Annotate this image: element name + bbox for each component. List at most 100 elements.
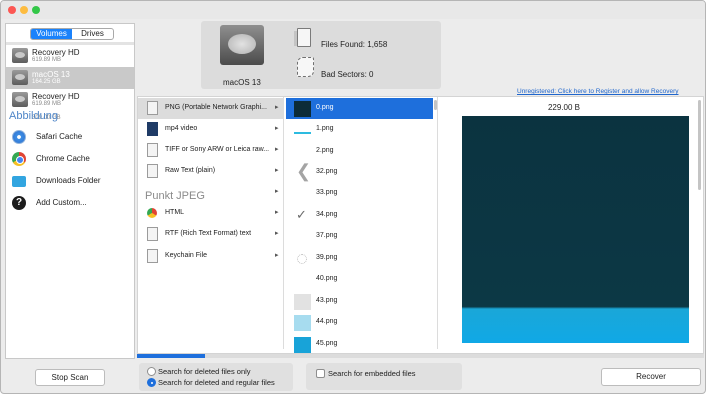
png-file-icon — [147, 101, 158, 115]
chevron-left-icon: ❮ — [296, 161, 312, 181]
zoom-window-button[interactable] — [32, 6, 40, 14]
sidebar-item-downloads-folder[interactable]: Downloads Folder — [12, 171, 136, 191]
chevron-right-icon: ▸ — [275, 230, 279, 237]
file-type-label: Keychain File — [165, 252, 208, 259]
volumes-drives-segmented-control: Volumes Drives — [30, 28, 114, 40]
checkmark-icon: ✓ — [296, 207, 307, 222]
embedded-files-checkbox[interactable] — [316, 369, 325, 378]
file-type-label: PNG (Portable Network Graphi... — [165, 104, 267, 111]
file-type-item[interactable]: HTML ▸ — [138, 203, 284, 224]
app-window: Volumes Drives Recovery HD 619.89 MB mac… — [0, 0, 706, 394]
file-type-item[interactable]: RTF (Rich Text Format) text ▸ — [138, 224, 284, 245]
cache-label: Downloads Folder — [36, 176, 101, 185]
files-found-text: Files Found: 1,658 — [321, 40, 388, 49]
file-name: 2.png — [316, 147, 334, 154]
image-file-icon — [147, 143, 158, 157]
cache-label: Add Custom... — [36, 198, 87, 207]
file-item[interactable]: 1.png — [286, 119, 433, 140]
loading-spinner-icon — [297, 254, 307, 264]
volume-item-macos-13[interactable]: macOS 13 164.25 GB — [6, 67, 134, 89]
file-type-item[interactable]: Raw Text (plain) ▸ — [138, 161, 284, 182]
file-thumbnail — [294, 294, 311, 310]
sidebar-item-add-custom[interactable]: ? Add Custom... — [12, 193, 136, 213]
file-name: 1.png — [316, 125, 334, 132]
cache-label: Safari Cache — [36, 132, 83, 141]
option-label: Search for deleted files only — [158, 367, 251, 376]
embedded-files-option: Search for embedded files — [306, 363, 462, 390]
register-link[interactable]: Unregistered: Click here to Register and… — [517, 88, 679, 95]
file-list-scrollbar[interactable] — [434, 100, 437, 110]
scan-progress-fill — [137, 354, 206, 358]
volume-name: macOS 13 — [32, 70, 70, 79]
file-name: 37.png — [316, 232, 338, 239]
chevron-right-icon: ▸ — [275, 209, 279, 216]
volume-name: Recovery HD — [32, 92, 80, 101]
file-type-item[interactable]: Keychain File ▸ — [138, 246, 284, 267]
file-item[interactable]: 43.png — [286, 291, 433, 312]
hard-disk-icon — [12, 48, 28, 63]
volume-item-recovery-hd-2[interactable]: Recovery HD 619.89 MB — [6, 89, 134, 111]
file-name: 43.png — [316, 297, 338, 304]
recover-button[interactable]: Recover — [601, 368, 701, 386]
file-type-item[interactable]: mp4 video ▸ — [138, 119, 284, 140]
keychain-file-icon — [147, 249, 158, 263]
file-item[interactable]: 37.png — [286, 226, 433, 247]
file-type-item[interactable]: TIFF or Sony ARW or Leica raw... ▸ — [138, 140, 284, 161]
file-name: 44.png — [316, 318, 338, 325]
file-item[interactable]: 33.png — [286, 183, 433, 204]
file-type-label: mp4 video — [165, 125, 198, 132]
hard-disk-icon — [12, 92, 28, 107]
file-item[interactable]: 45.png — [286, 334, 433, 355]
option-label: Search for deleted and regular files — [158, 378, 275, 387]
preview-scrollbar[interactable] — [698, 100, 701, 190]
file-item[interactable]: 40.png — [286, 269, 433, 290]
bad-sectors-icon — [297, 57, 314, 77]
file-thumbnail — [294, 132, 311, 134]
scan-progress-bar — [137, 354, 704, 358]
minimize-window-button[interactable] — [20, 6, 28, 14]
help-icon: ? — [12, 196, 26, 210]
preview-pane: 229.00 B — [440, 97, 703, 349]
text-file-icon — [147, 164, 158, 178]
sidebar-item-safari-cache[interactable]: Safari Cache — [12, 127, 136, 147]
file-item[interactable]: 34.png — [286, 205, 433, 226]
sidebar: Volumes Drives Recovery HD 619.89 MB mac… — [5, 23, 135, 359]
preview-file-size: 229.00 B — [547, 103, 581, 112]
radio-deleted-and-regular[interactable] — [147, 378, 156, 387]
tab-volumes[interactable]: Volumes — [31, 29, 72, 39]
file-type-item[interactable]: PNG (Portable Network Graphi... ▸ — [138, 98, 284, 119]
chrome-icon — [147, 208, 157, 218]
volume-name: Recovery HD — [32, 48, 80, 57]
file-item[interactable]: 2.png — [286, 141, 433, 162]
stop-scan-button[interactable]: Stop Scan — [35, 369, 105, 386]
chevron-right-icon: ▸ — [275, 188, 279, 195]
hard-disk-icon — [220, 25, 264, 65]
disk-name: macOS 13 — [223, 78, 261, 87]
radio-deleted-only[interactable] — [147, 367, 156, 376]
figure-label: Punkt JPEG — [145, 190, 205, 202]
tab-drives[interactable]: Drives — [72, 29, 113, 39]
safari-icon — [12, 130, 26, 144]
close-window-button[interactable] — [8, 6, 16, 14]
file-browser: PNG (Portable Network Graphi... ▸ mp4 vi… — [137, 96, 704, 354]
volume-item-recovery-hd[interactable]: Recovery HD 619.89 MB — [6, 45, 134, 67]
embedded-files-label: Search for embedded files — [328, 369, 416, 378]
file-name: 33.png — [316, 189, 338, 196]
chevron-right-icon: ▸ — [275, 104, 279, 111]
files-icon — [294, 28, 311, 47]
scan-summary-panel: macOS 13 Files Found: 1,658 Bad Sectors:… — [201, 21, 441, 89]
file-name: 32.png — [316, 168, 338, 175]
sidebar-item-chrome-cache[interactable]: Chrome Cache — [12, 149, 136, 169]
file-type-column: PNG (Portable Network Graphi... ▸ mp4 vi… — [138, 97, 284, 349]
file-type-label: TIFF or Sony ARW or Leica raw... — [165, 146, 270, 153]
file-thumbnail — [294, 315, 311, 331]
hard-disk-icon — [12, 70, 28, 85]
file-name: 45.png — [316, 340, 338, 347]
preview-image — [462, 116, 689, 343]
file-item[interactable]: 0.png — [286, 98, 433, 119]
file-item[interactable]: 44.png — [286, 312, 433, 333]
chevron-right-icon: ▸ — [275, 146, 279, 153]
file-item[interactable]: 39.png — [286, 248, 433, 269]
chevron-right-icon: ▸ — [275, 167, 279, 174]
chrome-icon — [12, 152, 26, 166]
